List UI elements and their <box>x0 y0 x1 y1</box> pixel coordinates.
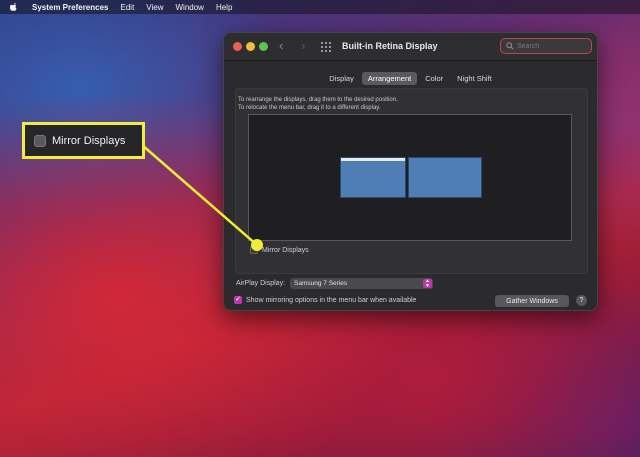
mirror-displays-label: Mirror Displays <box>262 246 309 254</box>
search-field[interactable] <box>500 38 592 54</box>
menu-bar: System Preferences Edit View Window Help <box>0 0 640 14</box>
zoom-button[interactable] <box>259 42 268 51</box>
airplay-display-label: AirPlay Display: <box>236 280 286 287</box>
instructions-line-1: To rearrange the displays, drag them to … <box>238 97 398 103</box>
menu-bar-handle[interactable] <box>341 158 405 161</box>
display-thumbnail-external[interactable] <box>408 157 482 198</box>
arrangement-instructions: To rearrange the displays, drag them to … <box>238 97 398 112</box>
checkmark-icon: ✓ <box>235 296 241 303</box>
tab-arrangement[interactable]: Arrangement <box>361 72 418 85</box>
instructions-line-2: To relocate the menu bar, drag it to a d… <box>238 104 381 111</box>
tab-display[interactable]: Display <box>323 72 360 85</box>
window-title: Built-in Retina Display <box>342 41 438 51</box>
mirror-displays-checkbox[interactable] <box>250 246 258 254</box>
help-icon[interactable]: ? <box>576 295 587 306</box>
display-thumbnail-main[interactable] <box>340 157 406 198</box>
menu-window[interactable]: Window <box>176 3 204 12</box>
minimize-button[interactable] <box>246 42 255 51</box>
displays-preferences-window: ‹ › Built-in Retina Display Display Arra… <box>223 32 598 311</box>
show-mirroring-option[interactable]: ✓ Show mirroring options in the menu bar… <box>234 296 416 304</box>
show-mirroring-label: Show mirroring options in the menu bar w… <box>246 296 417 304</box>
airplay-display-value: Samsung 7 Series <box>294 280 348 287</box>
search-input[interactable] <box>517 42 587 50</box>
callout-label: Mirror Displays <box>52 134 126 147</box>
airplay-display-select[interactable]: Samsung 7 Series ▲ ▼ <box>290 278 434 289</box>
annotation-callout: Mirror Displays <box>22 122 145 159</box>
airplay-display-row: AirPlay Display: Samsung 7 Series ▲ ▼ <box>236 278 434 289</box>
search-icon <box>506 42 514 50</box>
close-button[interactable] <box>233 42 242 51</box>
display-arrangement-area <box>248 114 572 241</box>
forward-icon[interactable]: › <box>301 39 305 53</box>
gather-windows-button[interactable]: Gather Windows <box>495 295 569 307</box>
checkbox-icon <box>34 134 46 147</box>
show-mirroring-checkbox[interactable]: ✓ <box>234 296 242 304</box>
menu-help[interactable]: Help <box>216 3 232 12</box>
tab-color[interactable]: Color <box>419 72 449 85</box>
popup-arrows-icon: ▲ ▼ <box>423 279 433 288</box>
tab-night-shift[interactable]: Night Shift <box>451 72 498 85</box>
title-bar: ‹ › Built-in Retina Display <box>224 33 597 61</box>
back-icon[interactable]: ‹ <box>279 39 283 53</box>
menu-edit[interactable]: Edit <box>121 3 135 12</box>
apple-icon[interactable] <box>10 3 18 11</box>
grid-icon[interactable] <box>321 42 331 52</box>
menu-app-name[interactable]: System Preferences <box>32 3 109 12</box>
mirror-displays-option[interactable]: Mirror Displays <box>250 246 309 254</box>
menu-view[interactable]: View <box>146 3 163 12</box>
tab-bar: Display Arrangement Color Night Shift <box>224 72 597 85</box>
